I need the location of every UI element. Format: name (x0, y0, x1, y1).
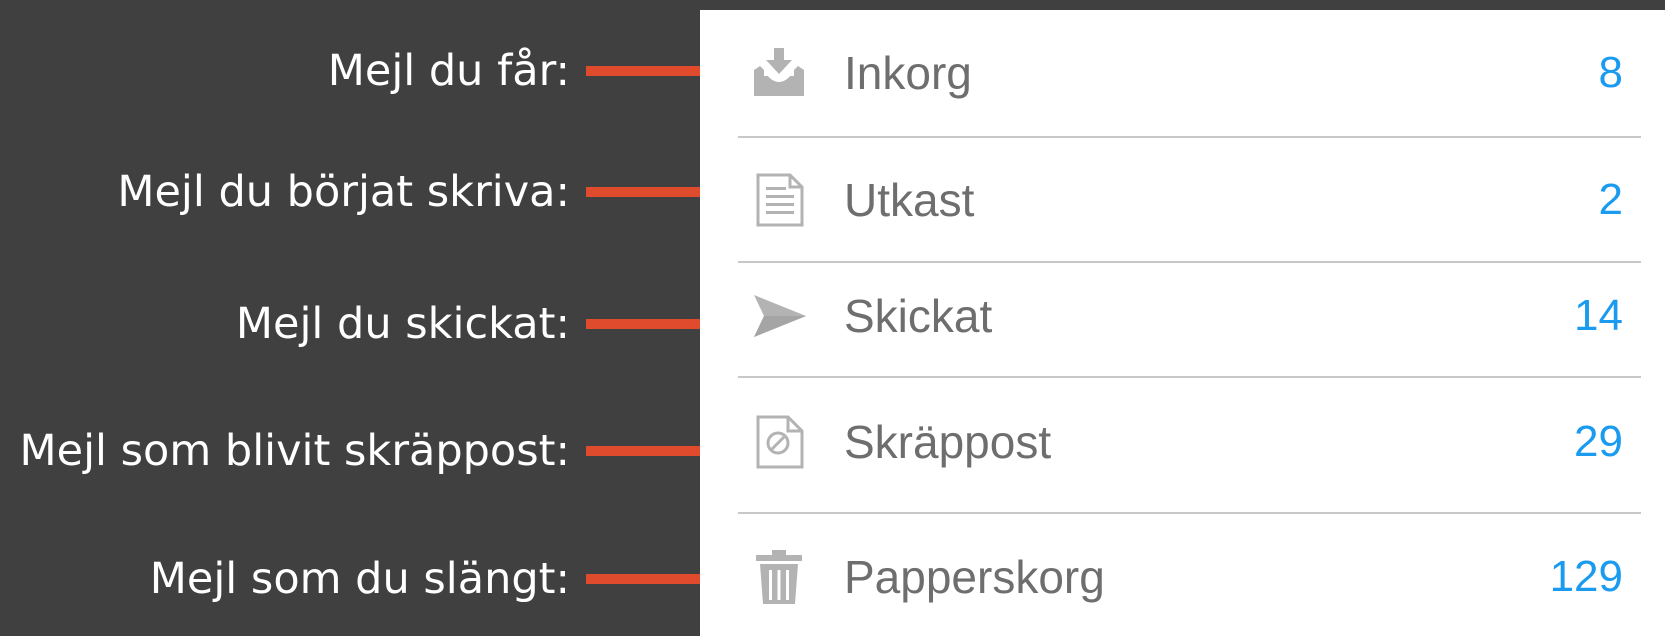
folder-count: 129 (1549, 552, 1623, 601)
folder-item-drafts[interactable]: Utkast 2 (700, 165, 1665, 235)
annotation-inbox: Mejl du får: (0, 41, 750, 101)
trash-icon (756, 550, 802, 604)
annotation-label: Mejl som du slängt: (149, 554, 570, 604)
folder-count: 8 (1598, 48, 1623, 97)
annotation-drafts: Mejl du börjat skriva: (0, 162, 750, 222)
spam-icon (756, 415, 804, 469)
divider (738, 261, 1641, 263)
folder-item-sent[interactable]: Skickat 14 (700, 281, 1665, 351)
folder-label: Skickat (844, 290, 993, 342)
send-icon (754, 295, 806, 337)
folder-label: Papperskorg (844, 551, 1105, 603)
annotation-trash: Mejl som du slängt: (0, 549, 750, 609)
annotation-label: Mejl du skickat: (235, 299, 570, 349)
folder-count: 2 (1598, 175, 1623, 224)
annotation-label: Mejl du får: (327, 46, 570, 96)
draft-icon (756, 173, 804, 227)
annotation-column: Mejl du får: Mejl du börjat skriva: Mejl… (0, 0, 750, 636)
annotation-label: Mejl som blivit skräppost: (19, 426, 570, 476)
annotation-label: Mejl du börjat skriva: (117, 167, 570, 217)
folder-item-trash[interactable]: Papperskorg 129 (700, 542, 1665, 612)
divider (738, 376, 1641, 378)
folder-count: 14 (1574, 291, 1623, 340)
divider (738, 512, 1641, 514)
folder-item-spam[interactable]: Skräppost 29 (700, 407, 1665, 477)
folder-item-inbox[interactable]: Inkorg 8 (700, 38, 1665, 108)
divider (738, 136, 1641, 138)
annotation-sent: Mejl du skickat: (0, 294, 750, 354)
folder-list: Inkorg 8 Utkast 2 Skickat 14 Skräppost 2… (700, 10, 1665, 636)
folder-label: Utkast (844, 174, 975, 226)
annotation-spam: Mejl som blivit skräppost: (0, 421, 750, 481)
folder-count: 29 (1574, 417, 1623, 466)
folder-label: Skräppost (844, 416, 1052, 468)
inbox-icon (754, 48, 804, 96)
folder-label: Inkorg (844, 47, 972, 99)
